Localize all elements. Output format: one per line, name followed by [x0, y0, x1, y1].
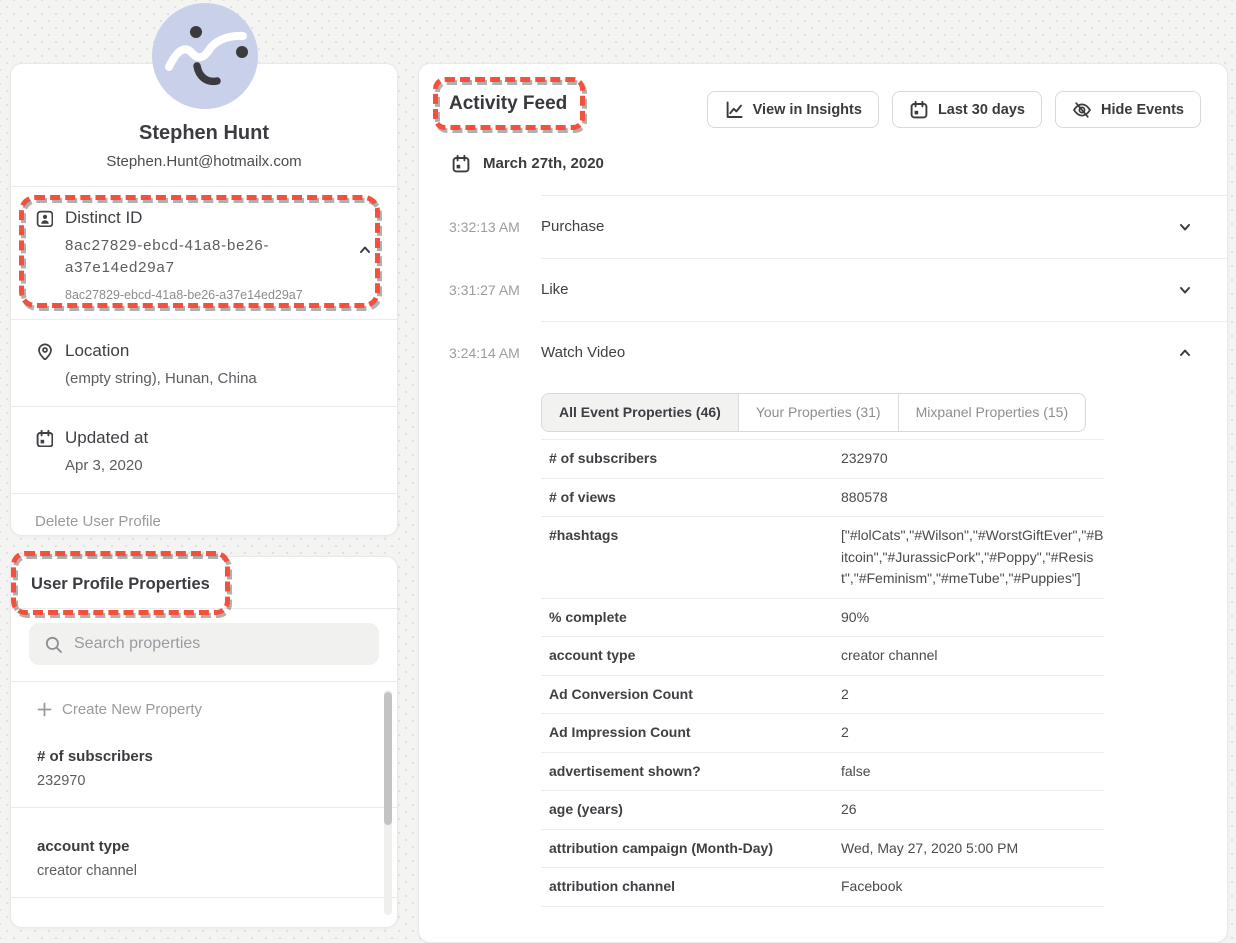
plus-icon: [37, 702, 52, 717]
event-name: Purchase: [541, 218, 1177, 235]
table-row: attribution channel Facebook: [541, 868, 1104, 907]
view-in-insights-button[interactable]: View in Insights: [707, 91, 879, 128]
scrollbar-thumb[interactable]: [384, 692, 392, 825]
location-label: Location: [65, 340, 129, 362]
distinct-id-section: Distinct ID 8ac27829-ebcd-41a8-be26-a37e…: [11, 187, 397, 320]
updated-at-section: Updated at Apr 3, 2020: [11, 407, 397, 494]
distinct-id-label: Distinct ID: [65, 207, 142, 229]
tab-all-event-properties[interactable]: All Event Properties (46): [542, 394, 738, 431]
list-item[interactable]: # of subscribers 232970: [11, 730, 397, 808]
activity-feed-card: Activity Feed View in Insights Last 30 d…: [418, 63, 1228, 943]
property-value: creator channel: [37, 861, 371, 881]
properties-list: Create New Property # of subscribers 232…: [11, 682, 397, 898]
table-row: #hashtags ["#lolCats","#Wilson","#WorstG…: [541, 517, 1104, 599]
table-row: Ad Impression Count 2: [541, 714, 1104, 753]
table-row: # of subscribers 232970: [541, 439, 1104, 479]
table-row: % complete 90%: [541, 599, 1104, 638]
event-name: Watch Video: [541, 344, 1177, 361]
table-row: age (years) 26: [541, 791, 1104, 830]
chevron-up-icon[interactable]: [1177, 345, 1193, 361]
chevron-down-icon[interactable]: [1177, 282, 1193, 298]
distinct-id-secondary-value: 8ac27829-ebcd-41a8-be26-a37e14ed29a7: [65, 287, 373, 303]
table-row: advertisement shown? false: [541, 753, 1104, 792]
location-pin-icon: [35, 342, 53, 360]
updated-at-label: Updated at: [65, 427, 148, 449]
line-chart-icon: [724, 100, 743, 119]
delete-user-profile-button[interactable]: Delete User Profile: [11, 494, 397, 549]
chevron-up-icon[interactable]: [357, 242, 373, 258]
user-name: Stephen Hunt: [31, 122, 377, 144]
location-value: (empty string), Hunan, China: [65, 368, 373, 390]
contact-card-icon: [35, 209, 53, 227]
search-properties-box[interactable]: [29, 623, 379, 665]
property-name: account type: [37, 837, 371, 857]
event-properties-tabs: All Event Properties (46) Your Propertie…: [541, 393, 1086, 432]
activity-feed-title: Activity Feed: [449, 91, 567, 117]
calendar-icon: [35, 429, 53, 447]
event-row-like[interactable]: 3:31:27 AM Like: [419, 258, 1227, 321]
event-detail-panel: All Event Properties (46) Your Propertie…: [541, 393, 1104, 907]
property-value: 232970: [37, 771, 371, 791]
hide-events-button[interactable]: Hide Events: [1055, 91, 1201, 128]
user-email: Stephen.Hunt@hotmailx.com: [31, 152, 377, 171]
date-header: March 27th, 2020: [419, 154, 1227, 173]
search-properties-input[interactable]: [74, 635, 364, 653]
calendar-icon: [451, 154, 470, 173]
user-profile-card: Stephen Hunt Stephen.Hunt@hotmailx.com D…: [10, 63, 398, 536]
user-profile-properties-card: User Profile Properties Create New Prope…: [10, 556, 398, 928]
table-row: attribution campaign (Month-Day) Wed, Ma…: [541, 830, 1104, 869]
event-time: 3:24:14 AM: [449, 345, 541, 361]
tab-mixpanel-properties[interactable]: Mixpanel Properties (15): [898, 394, 1086, 431]
chevron-down-icon[interactable]: [1177, 219, 1193, 235]
event-row-purchase[interactable]: 3:32:13 AM Purchase: [419, 195, 1227, 258]
list-item[interactable]: account type creator channel: [11, 820, 397, 898]
event-properties-table: # of subscribers 232970 # of views 88057…: [541, 439, 1104, 907]
table-row: account type creator channel: [541, 637, 1104, 676]
last-30-days-button[interactable]: Last 30 days: [892, 91, 1042, 128]
event-row-watch-video[interactable]: 3:24:14 AM Watch Video: [419, 321, 1227, 384]
table-row: Ad Conversion Count 2: [541, 676, 1104, 715]
search-icon: [44, 635, 62, 653]
event-name: Like: [541, 281, 1177, 298]
tab-your-properties[interactable]: Your Properties (31): [738, 394, 898, 431]
event-time: 3:32:13 AM: [449, 219, 541, 235]
updated-at-value: Apr 3, 2020: [65, 455, 373, 477]
avatar: [152, 3, 258, 109]
table-row: # of views 880578: [541, 479, 1104, 518]
distinct-id-value: 8ac27829-ebcd-41a8-be26-a37e14ed29a7: [65, 235, 320, 279]
calendar-icon: [909, 100, 928, 119]
create-new-property-button[interactable]: Create New Property: [11, 682, 397, 730]
location-section: Location (empty string), Hunan, China: [11, 320, 397, 407]
event-time: 3:31:27 AM: [449, 282, 541, 298]
toolbar: View in Insights Last 30 days Hide Event…: [707, 91, 1201, 128]
eye-off-icon: [1072, 100, 1091, 119]
property-name: # of subscribers: [37, 747, 371, 767]
user-profile-properties-title: User Profile Properties: [31, 575, 210, 593]
